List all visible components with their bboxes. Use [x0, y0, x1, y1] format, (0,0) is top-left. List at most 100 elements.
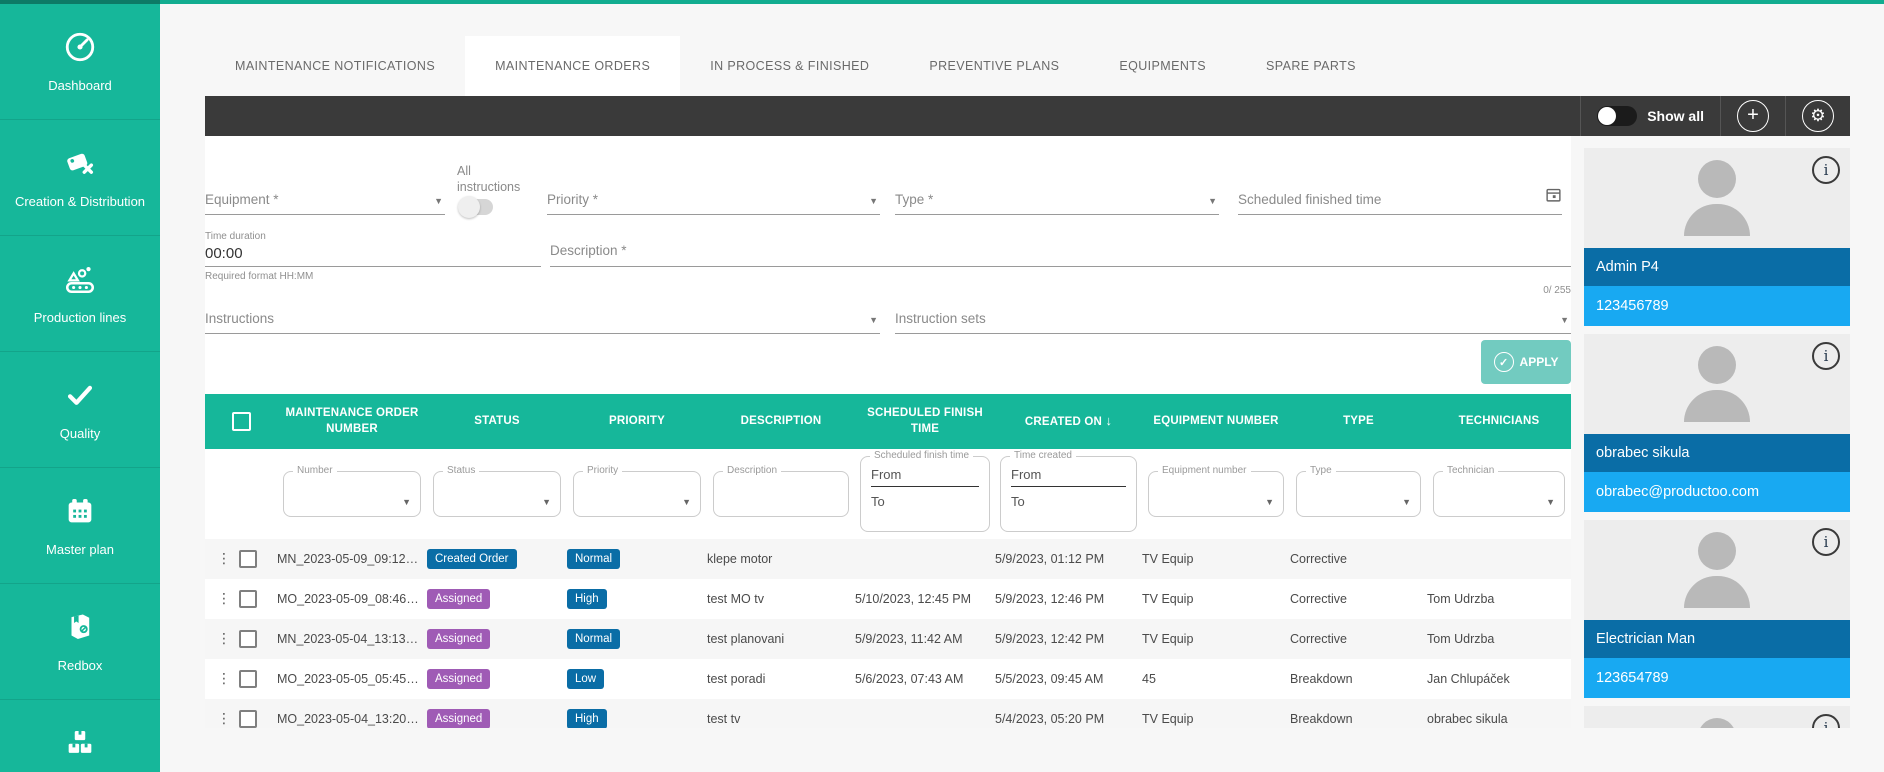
calendar-icon[interactable] [1545, 186, 1562, 208]
sidebar-item-creation-distribution[interactable]: Creation & Distribution [0, 120, 160, 236]
status-badge: Assigned [427, 589, 490, 609]
chevron-down-icon: ▼ [869, 315, 878, 325]
equipment-number-filter-select[interactable]: Equipment number ▼ [1148, 471, 1284, 517]
chevron-down-icon: ▼ [1265, 497, 1274, 507]
info-icon[interactable]: i [1812, 342, 1840, 370]
column-header-scheduled-finish[interactable]: SCHEDULED FINISH TIME [855, 406, 995, 437]
time-duration-field[interactable]: Time duration 00:00 Required format HH:M… [205, 231, 541, 282]
kebab-menu-icon[interactable]: ⋮ [217, 551, 231, 567]
kebab-menu-icon[interactable]: ⋮ [217, 671, 231, 687]
kebab-menu-icon[interactable]: ⋮ [217, 631, 231, 647]
scheduled-finish-filter[interactable]: Scheduled finish time From To [860, 456, 990, 532]
all-instructions-toggle[interactable] [459, 199, 493, 215]
person-card[interactable]: i Admin P4 123456789 [1584, 148, 1850, 326]
priority-badge: Low [567, 669, 604, 689]
type-select[interactable]: Type * ▼ [895, 181, 1219, 215]
apply-button[interactable]: ✓ APPLY [1481, 340, 1571, 384]
status-filter-select[interactable]: Status ▼ [433, 471, 561, 517]
type-cell: Breakdown [1290, 672, 1427, 686]
equipment-select[interactable]: Equipment * ▼ [205, 181, 445, 215]
tab[interactable]: MAINTENANCE NOTIFICATIONS [205, 36, 465, 96]
from-input[interactable]: From [871, 467, 979, 487]
avatar [1682, 532, 1752, 620]
status-badge: Assigned [427, 669, 490, 689]
row-checkbox[interactable] [239, 670, 257, 688]
tab-bar: MAINTENANCE NOTIFICATIONS MAINTENANCE OR… [205, 36, 1850, 96]
priority-filter-select[interactable]: Priority ▼ [573, 471, 701, 517]
row-checkbox[interactable] [239, 710, 257, 728]
kebab-menu-icon[interactable]: ⋮ [217, 711, 231, 727]
to-input[interactable]: To [871, 487, 979, 509]
person-card[interactable]: i [1584, 706, 1850, 728]
table-header: MAINTENANCE ORDER NUMBER STATUS PRIORITY… [205, 394, 1571, 449]
column-header-order-number[interactable]: MAINTENANCE ORDER NUMBER [277, 406, 427, 437]
table-row[interactable]: ⋮ MN_2023-05-04_13:13:24 Assigned Normal… [205, 619, 1571, 659]
row-checkbox[interactable] [239, 550, 257, 568]
technician-filter-select[interactable]: Technician ▼ [1433, 471, 1565, 517]
equipment-number-cell: TV Equip [1142, 712, 1290, 726]
kebab-menu-icon[interactable]: ⋮ [217, 591, 231, 607]
table-row[interactable]: ⋮ MO_2023-05-05_05:45:08 Assigned Low te… [205, 659, 1571, 699]
person-contact: 123654789 [1584, 658, 1850, 698]
column-header-type[interactable]: TYPE [1290, 414, 1427, 430]
avatar [1682, 346, 1752, 434]
info-icon[interactable]: i [1812, 528, 1840, 556]
settings-button[interactable]: ⚙ [1802, 100, 1834, 132]
person-card[interactable]: i Electrician Man 123654789 [1584, 520, 1850, 698]
table-row[interactable]: ⋮ MO_2023-05-09_08:46:36 Assigned High t… [205, 579, 1571, 619]
type-cell: Corrective [1290, 632, 1427, 646]
instructions-select[interactable]: Instructions ▼ [205, 300, 880, 334]
sidebar-item-warehouses[interactable]: Warehouses [0, 700, 160, 772]
sidebar-item-dashboard[interactable]: Dashboard [0, 4, 160, 120]
number-filter-select[interactable]: Number ▼ [283, 471, 421, 517]
scheduled-finish-cell: 5/10/2023, 12:45 PM [855, 592, 995, 606]
table-body: ⋮ MN_2023-05-09_09:12:03 Created Order N… [205, 539, 1571, 728]
info-icon[interactable]: i [1812, 156, 1840, 184]
check-circle-icon: ✓ [1494, 352, 1514, 372]
sidebar-item-master-plan[interactable]: Master plan [0, 468, 160, 584]
to-input[interactable]: To [1011, 487, 1126, 509]
person-card[interactable]: i obrabec sikula obrabec@productoo.com [1584, 334, 1850, 512]
show-all-label: Show all [1647, 108, 1704, 124]
tab[interactable]: SPARE PARTS [1236, 36, 1386, 96]
description-filter-input[interactable]: Description [713, 471, 849, 517]
tab[interactable]: EQUIPMENTS [1089, 36, 1236, 96]
status-badge: Assigned [427, 709, 490, 728]
column-header-priority[interactable]: PRIORITY [567, 414, 707, 430]
table-row[interactable]: ⋮ MO_2023-05-04_13:20:27 Assigned High t… [205, 699, 1571, 728]
check-icon [63, 378, 97, 417]
time-created-filter[interactable]: Time created From To [1000, 456, 1137, 532]
sidebar: Dashboard Creation & Distribution Produc… [0, 0, 160, 772]
table-row[interactable]: ⋮ MN_2023-05-09_09:12:03 Created Order N… [205, 539, 1571, 579]
instruction-sets-select[interactable]: Instruction sets ▼ [895, 300, 1571, 334]
column-header-description[interactable]: DESCRIPTION [707, 414, 855, 430]
person-name: obrabec sikula [1584, 434, 1850, 472]
plus-icon: + [1747, 105, 1759, 125]
column-header-equipment-number[interactable]: EQUIPMENT NUMBER [1142, 414, 1290, 430]
info-icon[interactable]: i [1812, 714, 1840, 728]
description-field[interactable]: Description * 0/ 255 [550, 231, 1571, 282]
select-all-checkbox[interactable] [232, 412, 251, 431]
add-button[interactable]: + [1737, 100, 1769, 132]
avatar [1682, 718, 1752, 728]
sidebar-item-redbox[interactable]: Redbox [0, 584, 160, 700]
column-header-technicians[interactable]: TECHNICIANS [1427, 414, 1571, 430]
time-duration-value[interactable]: 00:00 [205, 242, 541, 267]
row-checkbox[interactable] [239, 630, 257, 648]
priority-select[interactable]: Priority * ▼ [547, 181, 880, 215]
show-all-toggle[interactable] [1597, 106, 1637, 126]
tab[interactable]: IN PROCESS & FINISHED [680, 36, 899, 96]
tab[interactable]: PREVENTIVE PLANS [899, 36, 1089, 96]
sidebar-item-quality[interactable]: Quality [0, 352, 160, 468]
row-checkbox[interactable] [239, 590, 257, 608]
column-header-created-on[interactable]: CREATED ON ↓ [995, 412, 1142, 431]
char-counter: 0/ 255 [1543, 285, 1571, 296]
tab[interactable]: MAINTENANCE ORDERS [465, 36, 680, 96]
status-badge: Created Order [427, 549, 517, 569]
from-input[interactable]: From [1011, 467, 1126, 487]
scheduled-finished-time-field[interactable]: Scheduled finished time [1238, 181, 1562, 215]
type-filter-select[interactable]: Type ▼ [1296, 471, 1421, 517]
sidebar-item-production-lines[interactable]: Production lines [0, 236, 160, 352]
column-header-status[interactable]: STATUS [427, 414, 567, 430]
sidebar-item-label: Master plan [42, 542, 118, 558]
